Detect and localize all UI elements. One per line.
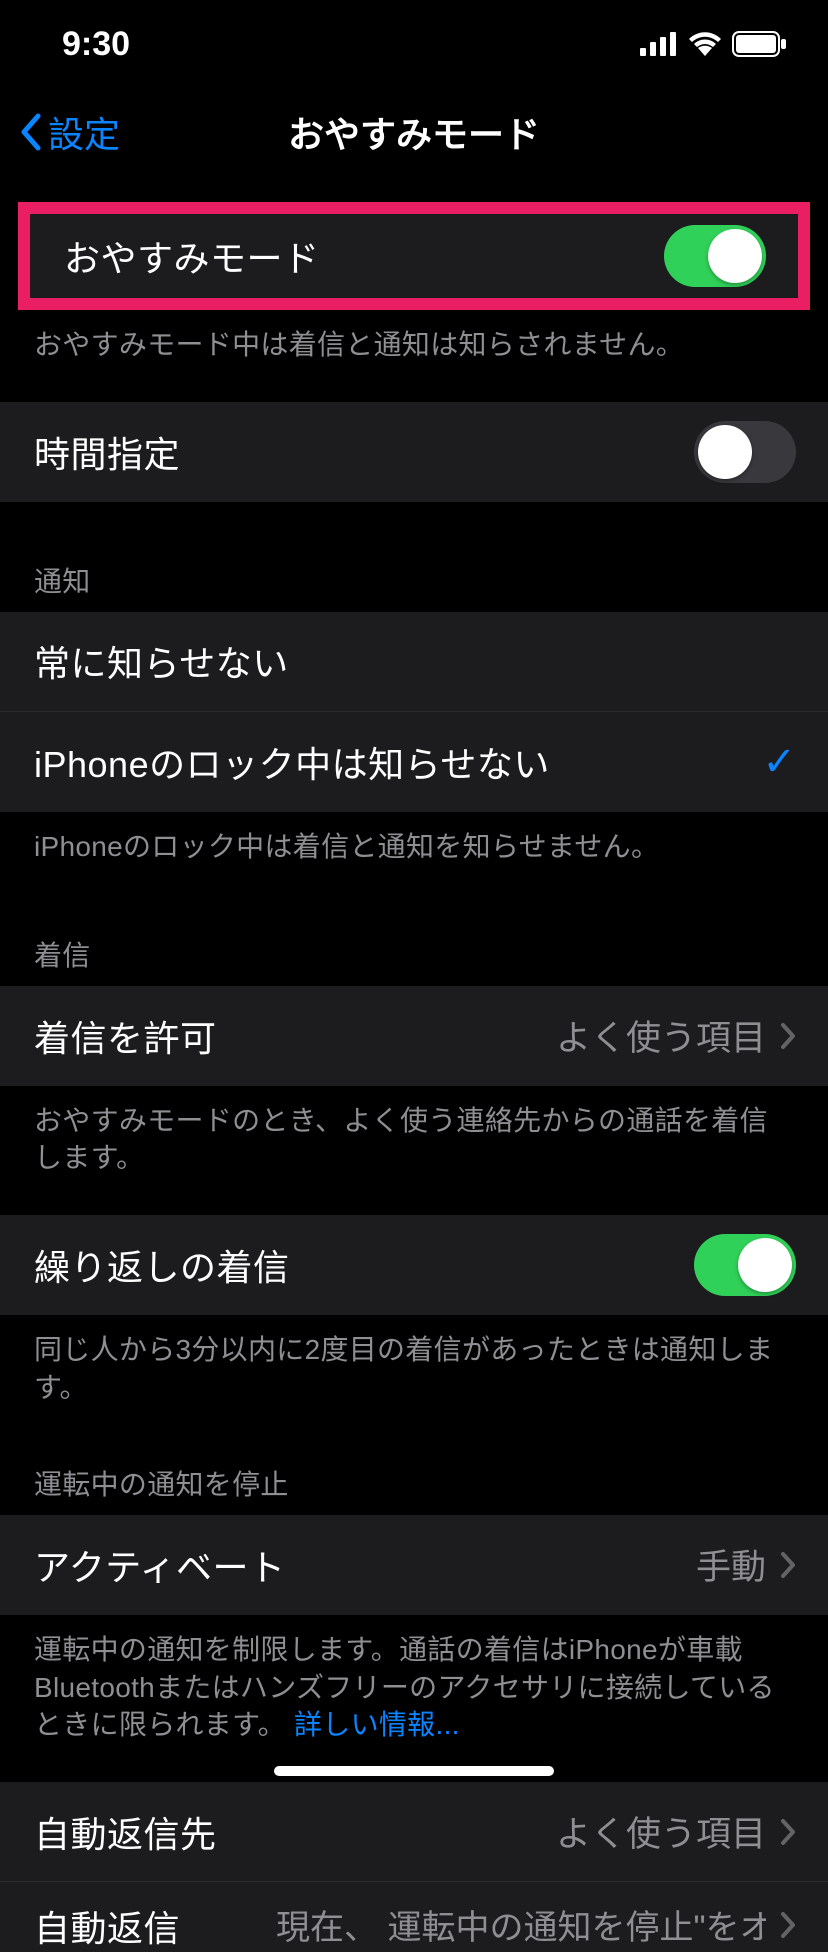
back-label: 設定 <box>48 106 120 158</box>
dnd-label: おやすみモード <box>64 230 320 282</box>
activate-value: 手動 <box>696 1539 766 1590</box>
chevron-right-icon <box>780 1022 796 1050</box>
wifi-icon <box>688 32 722 56</box>
notifications-footer: iPhoneのロック中は着信と通知を知らせません。 <box>0 812 828 904</box>
highlight-annotation: おやすみモード <box>18 202 810 310</box>
toggle-knob <box>738 1238 792 1292</box>
repeated-calls-toggle[interactable] <box>694 1234 796 1296</box>
auto-reply-label: 自動返信 <box>34 1900 180 1952</box>
allow-calls-label: 着信を許可 <box>34 1010 217 1062</box>
allow-calls-value: よく使う項目 <box>556 1010 766 1061</box>
while-locked-label: iPhoneのロック中は知らせない <box>34 736 550 788</box>
status-time: 9:30 <box>62 25 130 64</box>
repeated-calls-cell[interactable]: 繰り返しの着信 <box>0 1215 828 1315</box>
chevron-right-icon <box>780 1551 796 1579</box>
toggle-knob <box>698 425 752 479</box>
battery-icon <box>732 31 788 57</box>
calls-header: 着信 <box>0 904 828 986</box>
nav-title: おやすみモード <box>288 106 540 158</box>
notifications-header: 通知 <box>0 502 828 612</box>
chevron-left-icon <box>18 112 42 152</box>
auto-reply-to-label: 自動返信先 <box>34 1806 217 1858</box>
schedule-toggle[interactable] <box>694 421 796 483</box>
dnd-toggle[interactable] <box>664 225 766 287</box>
status-bar: 9:30 <box>0 0 828 88</box>
while-locked-cell[interactable]: iPhoneのロック中は知らせない ✓ <box>0 712 828 812</box>
auto-reply-value: 現在、 運転中の通知を停止"をオン… <box>276 1900 766 1949</box>
activate-cell[interactable]: アクティベート 手動 <box>0 1515 828 1615</box>
dnd-footer: おやすみモード中は着信と通知は知らされません。 <box>0 310 828 402</box>
nav-bar: 設定 おやすみモード <box>0 88 828 176</box>
chevron-right-icon <box>780 1818 796 1846</box>
driving-footer: 運転中の通知を制限します。通話の着信はiPhoneが車載Bluetoothまたは… <box>0 1615 828 1782</box>
allow-calls-footer: おやすみモードのとき、よく使う連絡先からの通話を着信します。 <box>0 1086 828 1216</box>
dnd-toggle-cell[interactable]: おやすみモード <box>30 214 798 298</box>
toggle-knob <box>708 229 762 283</box>
schedule-cell[interactable]: 時間指定 <box>0 402 828 502</box>
checkmark-icon: ✓ <box>762 739 796 785</box>
always-silence-cell[interactable]: 常に知らせない <box>0 612 828 712</box>
home-indicator[interactable] <box>274 1766 554 1776</box>
activate-label: アクティベート <box>34 1539 286 1591</box>
more-info-link[interactable]: 詳しい情報... <box>294 1709 460 1740</box>
auto-reply-to-value: よく使う項目 <box>556 1806 766 1857</box>
schedule-label: 時間指定 <box>34 426 180 478</box>
auto-reply-to-cell[interactable]: 自動返信先 よく使う項目 <box>0 1782 828 1882</box>
repeated-calls-label: 繰り返しの着信 <box>34 1239 290 1291</box>
auto-reply-cell[interactable]: 自動返信 現在、 運転中の通知を停止"をオン… <box>0 1882 828 1952</box>
back-button[interactable]: 設定 <box>18 106 120 158</box>
always-silence-label: 常に知らせない <box>34 635 289 687</box>
driving-header: 運転中の通知を停止 <box>0 1445 828 1515</box>
allow-calls-cell[interactable]: 着信を許可 よく使う項目 <box>0 986 828 1086</box>
cellular-icon <box>640 32 678 56</box>
repeated-calls-footer: 同じ人から3分以内に2度目の着信があったときは通知します。 <box>0 1315 828 1445</box>
status-icons <box>640 31 788 57</box>
chevron-right-icon <box>780 1911 796 1939</box>
